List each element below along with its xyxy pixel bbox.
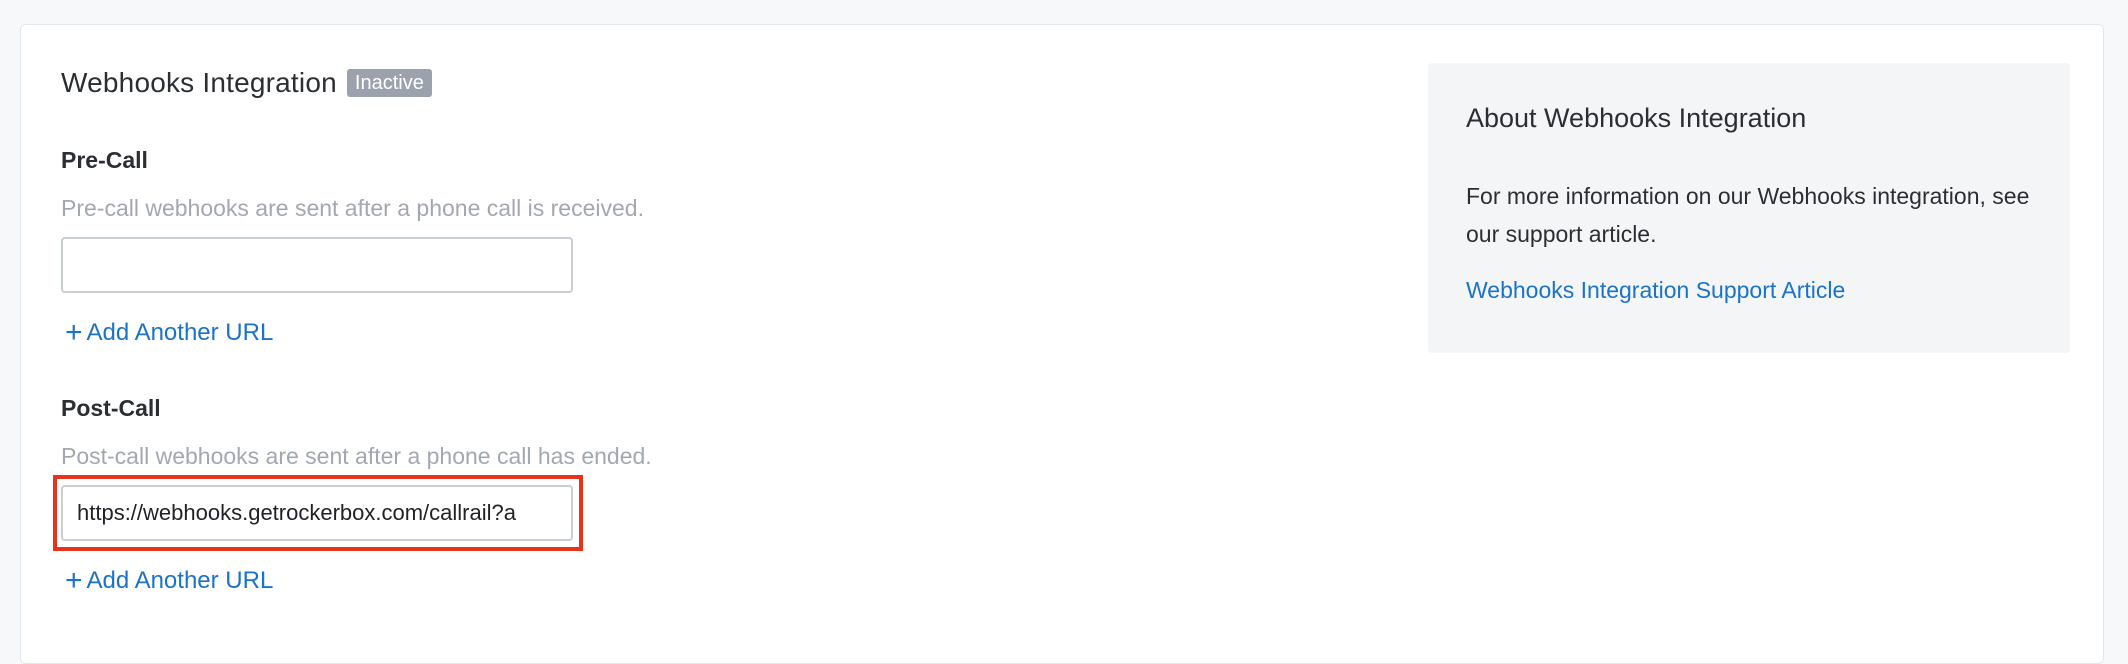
pre-call-add-url-link[interactable]: + Add Another URL [65,316,274,349]
plus-icon: + [65,564,83,597]
about-title: About Webhooks Integration [1466,103,1807,133]
pre-call-url-input[interactable] [61,237,573,293]
post-call-label: Post-Call [61,395,161,421]
integration-title: Webhooks Integration [61,67,337,98]
status-badge: Inactive [346,69,432,97]
pre-call-help-text: Pre-call webhooks are sent after a phone… [61,195,644,221]
about-body-text: For more information on our Webhooks int… [1466,183,2030,247]
post-call-url-input[interactable] [61,485,573,541]
pre-call-label: Pre-Call [61,147,148,173]
pre-call-add-url-label: Add Another URL [86,319,274,346]
post-call-help-text: Post-call webhooks are sent after a phon… [61,443,652,469]
about-panel: About Webhooks Integration For more info… [1428,63,2070,353]
integration-header: Webhooks Integration Inactive [61,67,432,99]
webhooks-settings-card: Webhooks Integration Inactive Pre-Call P… [20,24,2104,664]
post-call-add-url-label: Add Another URL [86,567,274,594]
post-call-add-url-link[interactable]: + Add Another URL [65,564,274,597]
plus-icon: + [65,316,83,349]
support-article-link[interactable]: Webhooks Integration Support Article [1466,277,1845,304]
